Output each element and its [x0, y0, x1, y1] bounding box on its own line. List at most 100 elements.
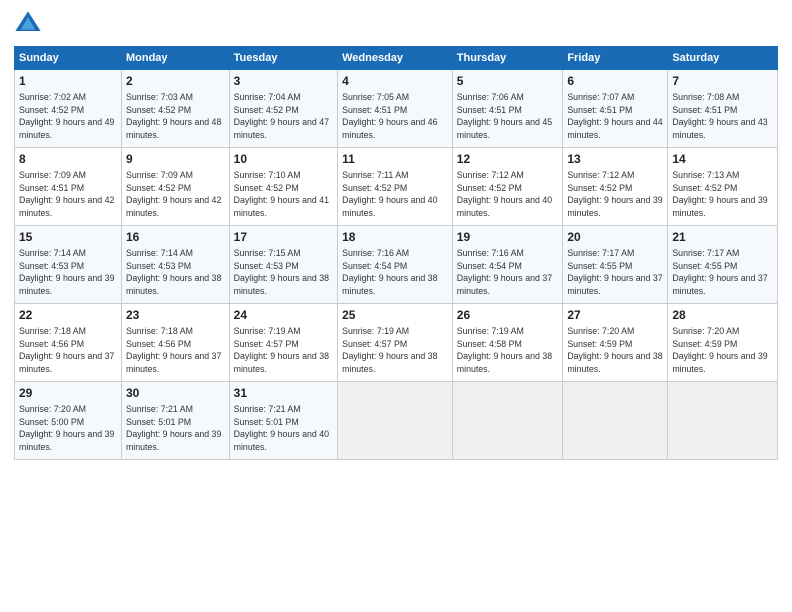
cell-info: Sunrise: 7:17 AMSunset: 4:55 PMDaylight:…	[672, 247, 773, 298]
cell-info: Sunrise: 7:18 AMSunset: 4:56 PMDaylight:…	[19, 325, 117, 376]
calendar-cell: 17Sunrise: 7:15 AMSunset: 4:53 PMDayligh…	[229, 226, 337, 304]
calendar-cell: 10Sunrise: 7:10 AMSunset: 4:52 PMDayligh…	[229, 148, 337, 226]
day-number: 16	[126, 229, 225, 246]
calendar-cell: 19Sunrise: 7:16 AMSunset: 4:54 PMDayligh…	[452, 226, 563, 304]
day-number: 12	[457, 151, 559, 168]
cell-info: Sunrise: 7:16 AMSunset: 4:54 PMDaylight:…	[457, 247, 559, 298]
cell-info: Sunrise: 7:20 AMSunset: 5:00 PMDaylight:…	[19, 403, 117, 454]
calendar-cell	[563, 382, 668, 460]
cell-info: Sunrise: 7:18 AMSunset: 4:56 PMDaylight:…	[126, 325, 225, 376]
header	[14, 10, 778, 38]
day-number: 5	[457, 73, 559, 90]
calendar-cell: 12Sunrise: 7:12 AMSunset: 4:52 PMDayligh…	[452, 148, 563, 226]
cell-info: Sunrise: 7:14 AMSunset: 4:53 PMDaylight:…	[19, 247, 117, 298]
calendar-cell: 11Sunrise: 7:11 AMSunset: 4:52 PMDayligh…	[338, 148, 453, 226]
calendar-cell	[452, 382, 563, 460]
day-number: 25	[342, 307, 448, 324]
day-number: 27	[567, 307, 663, 324]
day-number: 26	[457, 307, 559, 324]
day-number: 14	[672, 151, 773, 168]
day-number: 28	[672, 307, 773, 324]
day-number: 30	[126, 385, 225, 402]
cell-info: Sunrise: 7:16 AMSunset: 4:54 PMDaylight:…	[342, 247, 448, 298]
cell-info: Sunrise: 7:03 AMSunset: 4:52 PMDaylight:…	[126, 91, 225, 142]
cell-info: Sunrise: 7:09 AMSunset: 4:52 PMDaylight:…	[126, 169, 225, 220]
calendar-cell: 26Sunrise: 7:19 AMSunset: 4:58 PMDayligh…	[452, 304, 563, 382]
day-number: 22	[19, 307, 117, 324]
cell-info: Sunrise: 7:12 AMSunset: 4:52 PMDaylight:…	[567, 169, 663, 220]
cell-info: Sunrise: 7:08 AMSunset: 4:51 PMDaylight:…	[672, 91, 773, 142]
calendar-cell: 1Sunrise: 7:02 AMSunset: 4:52 PMDaylight…	[15, 70, 122, 148]
calendar-cell: 21Sunrise: 7:17 AMSunset: 4:55 PMDayligh…	[668, 226, 778, 304]
day-number: 19	[457, 229, 559, 246]
day-number: 13	[567, 151, 663, 168]
cell-info: Sunrise: 7:21 AMSunset: 5:01 PMDaylight:…	[234, 403, 333, 454]
cell-info: Sunrise: 7:15 AMSunset: 4:53 PMDaylight:…	[234, 247, 333, 298]
calendar-cell: 2Sunrise: 7:03 AMSunset: 4:52 PMDaylight…	[121, 70, 229, 148]
cell-info: Sunrise: 7:20 AMSunset: 4:59 PMDaylight:…	[672, 325, 773, 376]
day-number: 10	[234, 151, 333, 168]
calendar-cell: 6Sunrise: 7:07 AMSunset: 4:51 PMDaylight…	[563, 70, 668, 148]
day-number: 2	[126, 73, 225, 90]
calendar-cell: 23Sunrise: 7:18 AMSunset: 4:56 PMDayligh…	[121, 304, 229, 382]
day-number: 1	[19, 73, 117, 90]
calendar-cell: 16Sunrise: 7:14 AMSunset: 4:53 PMDayligh…	[121, 226, 229, 304]
day-number: 7	[672, 73, 773, 90]
header-cell-tuesday: Tuesday	[229, 47, 337, 70]
table-header: SundayMondayTuesdayWednesdayThursdayFrid…	[15, 47, 778, 70]
week-row-5: 29Sunrise: 7:20 AMSunset: 5:00 PMDayligh…	[15, 382, 778, 460]
day-number: 24	[234, 307, 333, 324]
header-cell-sunday: Sunday	[15, 47, 122, 70]
day-number: 31	[234, 385, 333, 402]
cell-info: Sunrise: 7:11 AMSunset: 4:52 PMDaylight:…	[342, 169, 448, 220]
cell-info: Sunrise: 7:05 AMSunset: 4:51 PMDaylight:…	[342, 91, 448, 142]
calendar-cell: 25Sunrise: 7:19 AMSunset: 4:57 PMDayligh…	[338, 304, 453, 382]
calendar-cell: 15Sunrise: 7:14 AMSunset: 4:53 PMDayligh…	[15, 226, 122, 304]
header-cell-friday: Friday	[563, 47, 668, 70]
cell-info: Sunrise: 7:19 AMSunset: 4:57 PMDaylight:…	[234, 325, 333, 376]
cell-info: Sunrise: 7:06 AMSunset: 4:51 PMDaylight:…	[457, 91, 559, 142]
cell-info: Sunrise: 7:19 AMSunset: 4:58 PMDaylight:…	[457, 325, 559, 376]
calendar-cell: 3Sunrise: 7:04 AMSunset: 4:52 PMDaylight…	[229, 70, 337, 148]
calendar-cell: 4Sunrise: 7:05 AMSunset: 4:51 PMDaylight…	[338, 70, 453, 148]
calendar-body: 1Sunrise: 7:02 AMSunset: 4:52 PMDaylight…	[15, 70, 778, 460]
calendar-cell: 28Sunrise: 7:20 AMSunset: 4:59 PMDayligh…	[668, 304, 778, 382]
header-cell-saturday: Saturday	[668, 47, 778, 70]
calendar-cell: 20Sunrise: 7:17 AMSunset: 4:55 PMDayligh…	[563, 226, 668, 304]
calendar-cell: 8Sunrise: 7:09 AMSunset: 4:51 PMDaylight…	[15, 148, 122, 226]
cell-info: Sunrise: 7:20 AMSunset: 4:59 PMDaylight:…	[567, 325, 663, 376]
day-number: 20	[567, 229, 663, 246]
calendar-cell	[668, 382, 778, 460]
calendar-table: SundayMondayTuesdayWednesdayThursdayFrid…	[14, 46, 778, 460]
calendar-cell: 9Sunrise: 7:09 AMSunset: 4:52 PMDaylight…	[121, 148, 229, 226]
calendar-cell: 18Sunrise: 7:16 AMSunset: 4:54 PMDayligh…	[338, 226, 453, 304]
calendar-cell: 31Sunrise: 7:21 AMSunset: 5:01 PMDayligh…	[229, 382, 337, 460]
week-row-3: 15Sunrise: 7:14 AMSunset: 4:53 PMDayligh…	[15, 226, 778, 304]
cell-info: Sunrise: 7:14 AMSunset: 4:53 PMDaylight:…	[126, 247, 225, 298]
day-number: 4	[342, 73, 448, 90]
day-number: 17	[234, 229, 333, 246]
calendar-cell: 30Sunrise: 7:21 AMSunset: 5:01 PMDayligh…	[121, 382, 229, 460]
calendar-cell: 22Sunrise: 7:18 AMSunset: 4:56 PMDayligh…	[15, 304, 122, 382]
day-number: 9	[126, 151, 225, 168]
cell-info: Sunrise: 7:07 AMSunset: 4:51 PMDaylight:…	[567, 91, 663, 142]
day-number: 3	[234, 73, 333, 90]
cell-info: Sunrise: 7:21 AMSunset: 5:01 PMDaylight:…	[126, 403, 225, 454]
day-number: 29	[19, 385, 117, 402]
cell-info: Sunrise: 7:19 AMSunset: 4:57 PMDaylight:…	[342, 325, 448, 376]
day-number: 8	[19, 151, 117, 168]
week-row-2: 8Sunrise: 7:09 AMSunset: 4:51 PMDaylight…	[15, 148, 778, 226]
header-cell-monday: Monday	[121, 47, 229, 70]
calendar-cell	[338, 382, 453, 460]
calendar-cell: 13Sunrise: 7:12 AMSunset: 4:52 PMDayligh…	[563, 148, 668, 226]
cell-info: Sunrise: 7:10 AMSunset: 4:52 PMDaylight:…	[234, 169, 333, 220]
day-number: 6	[567, 73, 663, 90]
day-number: 15	[19, 229, 117, 246]
cell-info: Sunrise: 7:09 AMSunset: 4:51 PMDaylight:…	[19, 169, 117, 220]
logo	[14, 10, 46, 38]
cell-info: Sunrise: 7:02 AMSunset: 4:52 PMDaylight:…	[19, 91, 117, 142]
page-container: SundayMondayTuesdayWednesdayThursdayFrid…	[0, 0, 792, 468]
cell-info: Sunrise: 7:04 AMSunset: 4:52 PMDaylight:…	[234, 91, 333, 142]
cell-info: Sunrise: 7:13 AMSunset: 4:52 PMDaylight:…	[672, 169, 773, 220]
week-row-4: 22Sunrise: 7:18 AMSunset: 4:56 PMDayligh…	[15, 304, 778, 382]
